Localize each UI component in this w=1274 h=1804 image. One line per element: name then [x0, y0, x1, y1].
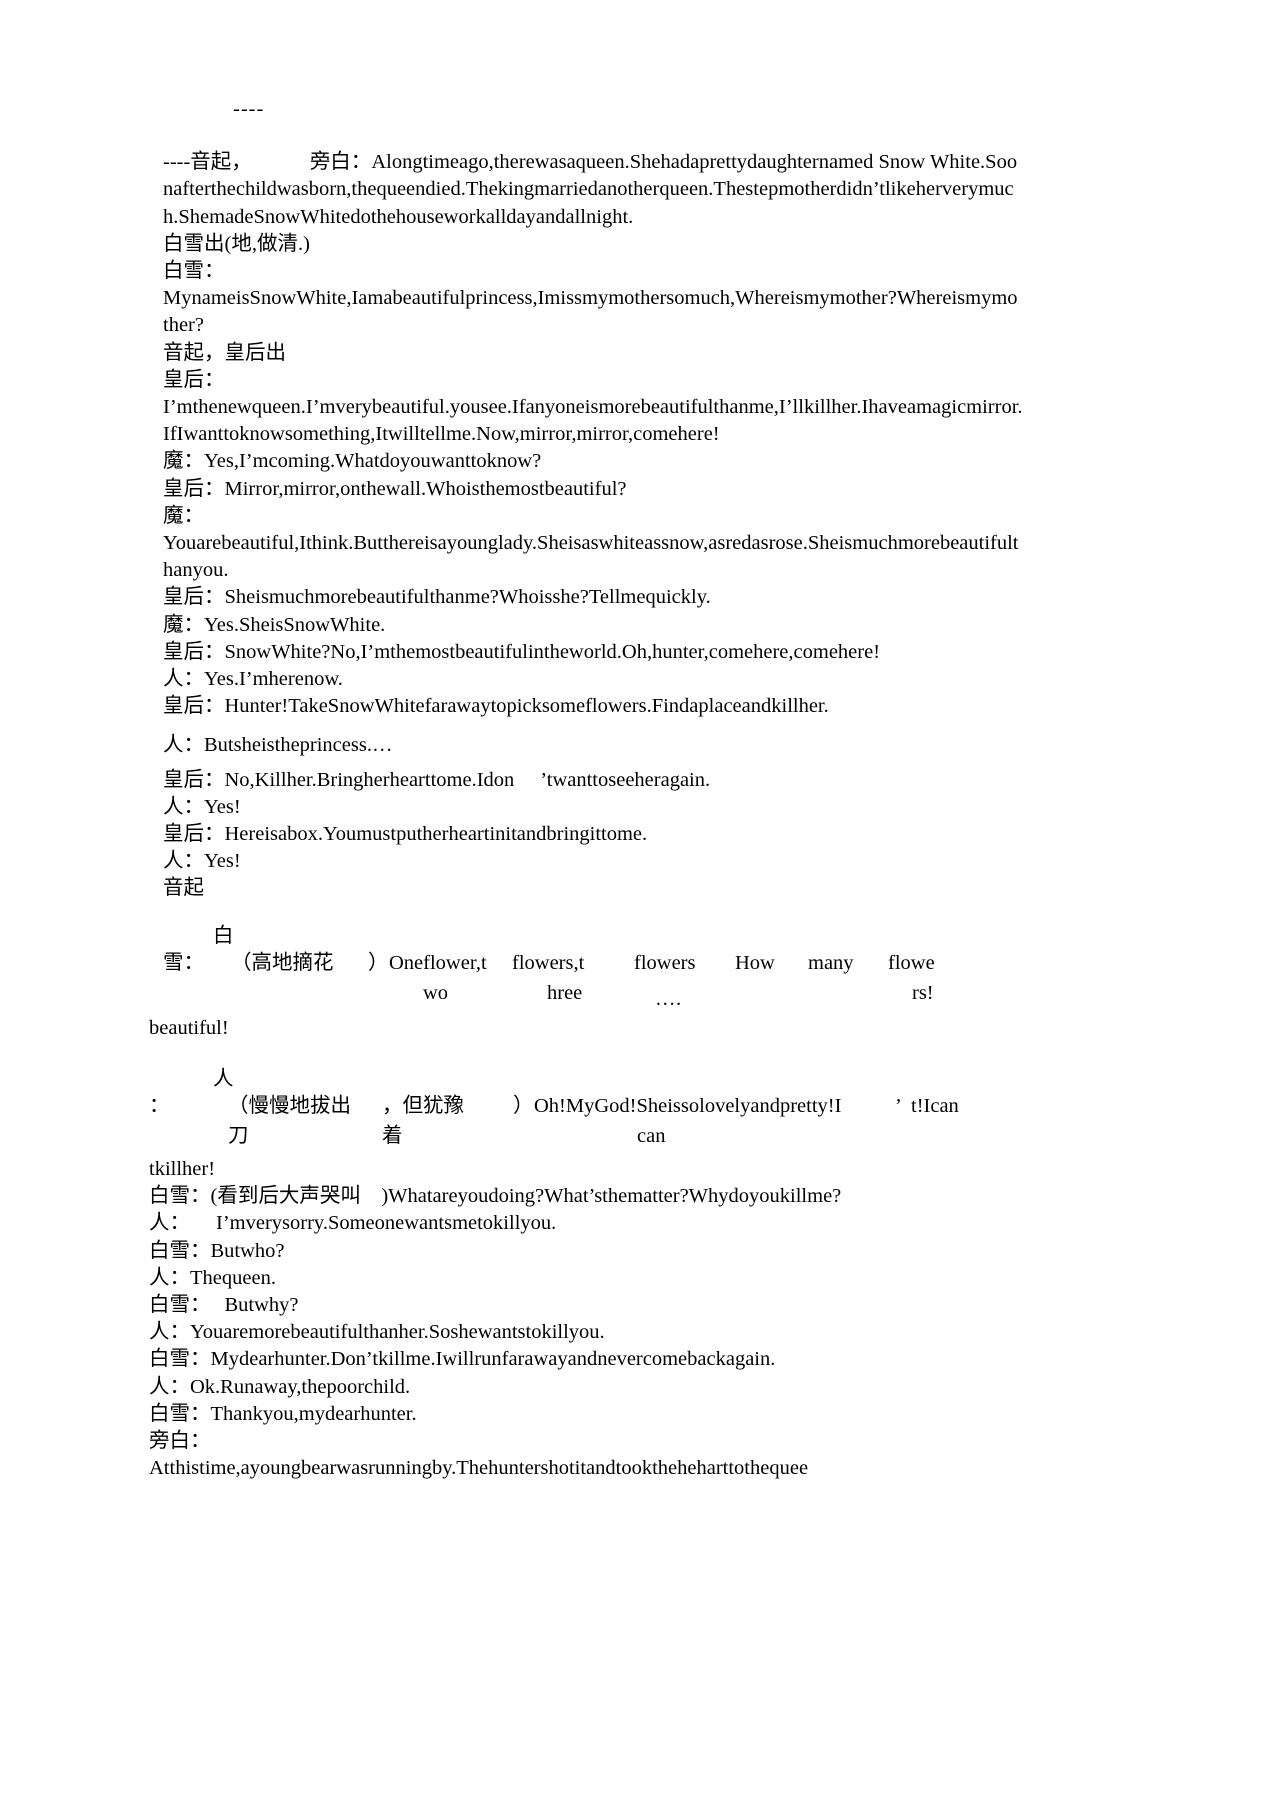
- fragment-row-continuation: wo hree …. rs!: [163, 980, 1023, 1010]
- snow-butwhy-text: Butwhy?: [224, 1293, 299, 1316]
- hunter-knife-fragment-block: 人 ： （慢慢地拔出 ，但犹豫 ） Oh!MyGod!Sheissolovely…: [149, 1066, 1023, 1153]
- narration-label-2: 旁白：: [149, 1429, 211, 1452]
- knife-row-upper: 人: [163, 1066, 1023, 1093]
- hunter-morebeautiful: 人：Youaremorebeautifulthanher.Soshewantst…: [149, 1321, 605, 1344]
- hunter-knife-stage-b: 刀: [228, 1124, 249, 1147]
- fragment-hree: hree: [547, 981, 583, 1004]
- snow-dearhunter: 白雪：Mydearhunter.Don’tkillme.Iwillrunfara…: [149, 1348, 776, 1371]
- knife-row-continuation: 刀 着 can: [163, 1123, 1023, 1153]
- queen-label-1: 皇后：: [163, 368, 225, 391]
- snow-label-1: 白雪：: [163, 260, 225, 283]
- mirror-line-1: 魔：Yes,I’mcoming.Whatdoyouwanttoknow?: [163, 450, 542, 473]
- document-page: ---- ----音起， 旁白：Alongtimeago,therewasaque…: [0, 0, 1274, 1804]
- fragment-one-flower: Oneflower,t: [389, 951, 487, 974]
- hunter-knife-en-a: Oh!MyGod!Sheissolovelyandpretty!I: [534, 1094, 842, 1117]
- hunter-knife-can: can: [637, 1124, 666, 1147]
- stage-music: 音起: [163, 877, 204, 900]
- queen-line-6-part-a: 皇后：No,Killher.Bringherhearttome.Idon: [163, 768, 515, 791]
- fragment-many: many: [808, 951, 854, 974]
- queen-speech-1: I’mthenewqueen.I’mverybeautiful.yousee.I…: [163, 396, 1023, 446]
- mirror-speech-2: Youarebeautiful,Ithink.Butthereisayoungl…: [163, 532, 1019, 582]
- snow-flower-cn-upper: 白: [213, 924, 234, 947]
- hunter-knife-tail: tkillher!: [149, 1157, 216, 1180]
- fragment-rs: rs!: [912, 981, 934, 1004]
- fragment-ellipsis: ….: [655, 987, 682, 1010]
- hunter-knife-stage-c: ，但犹豫: [382, 1094, 464, 1117]
- snow-flower-stage-direction: （高地摘花: [231, 951, 334, 974]
- queen-line-5: 皇后：Hunter!TakeSnowWhitefarawaytopicksome…: [163, 695, 829, 718]
- stage-queen-enter: 音起，皇后出: [163, 341, 286, 364]
- snow-line-cry: 白雪：(看到后大声哭叫 )Whatareyoudoing?What’sthema…: [149, 1185, 842, 1208]
- hunter-thequeen: 人：Thequeen.: [149, 1266, 276, 1289]
- hunter-sorry-text: I’mverysorry.Someonewantsmetokillyou.: [216, 1212, 557, 1235]
- hunter-knife-stage-a: （慢慢地拔出: [228, 1094, 351, 1117]
- snow-thankyou: 白雪：Thankyou,mydearhunter.: [149, 1402, 417, 1425]
- fragment-row-upper: 白: [163, 923, 1023, 950]
- queen-line-6: 皇后：No,Killher.Bringherhearttome.Idon’twa…: [163, 767, 1023, 794]
- script-body: ---- ----音起， 旁白：Alongtimeago,therewasaque…: [149, 96, 1023, 1482]
- hunter-line-2: 人：Butsheistheprincess.…: [163, 734, 393, 757]
- hunter-knife-cn: 人: [213, 1067, 234, 1090]
- knife-row-main: ： （慢慢地拔出 ，但犹豫 ） Oh!MyGod!Sheissolovelyan…: [149, 1093, 1023, 1123]
- hunter-runaway: 人：Ok.Runaway,thepoorchild.: [149, 1375, 411, 1398]
- hunter-sorry-line: 人： I’mverysorry.Someonewantsmetokillyou.: [149, 1210, 1023, 1237]
- queen-line-7: 皇后：Hereisabox.Youmustputherheartinitandb…: [163, 823, 648, 846]
- mirror-label-2: 魔：: [163, 504, 204, 527]
- queen-line-2: 皇后：Mirror,mirror,onthewall.Whoisthemostb…: [163, 477, 627, 500]
- narration-opening: ----音起， 旁白：Alongtimeago,therewasaqueen.Sh…: [163, 149, 1023, 231]
- snow-speech-1: MynameisSnowWhite,Iamabeautifulprincess,…: [163, 287, 1018, 337]
- fragment-flowers: flowers: [634, 951, 696, 974]
- stage-snow-enter: 白雪出(地,做清.): [163, 232, 310, 255]
- hunter-line-1: 人：Yes.I’mherenow.: [163, 668, 343, 691]
- queen-line-6-part-b: twanttoseeheragain.: [546, 768, 711, 791]
- queen-line-3: 皇后：Sheismuchmorebeautifulthanme?Whoisshe…: [163, 586, 711, 609]
- snow-butwhy-line: 白雪： Butwhy?: [149, 1292, 1023, 1319]
- top-dashes: ----: [233, 98, 265, 120]
- snow-flower-cn-lower: 雪：: [163, 951, 204, 974]
- hunter-knife-close-paren: ）: [513, 1094, 534, 1117]
- fragment-wo: wo: [423, 981, 449, 1004]
- snow-flower-close-paren: ）: [368, 951, 389, 974]
- narration-text-2: Atthistime,ayoungbearwasrunningby.Thehun…: [149, 1457, 809, 1480]
- hunter-line-3: 人：Yes!: [163, 795, 241, 818]
- fragment-flowe: flowe: [888, 951, 935, 974]
- narration-opening-speaker: 旁白：: [309, 151, 372, 174]
- fragment-row-main: 雪： （高地摘花 ） Oneflower,t flowers,t flowers…: [163, 950, 1023, 980]
- narration-opening-text: Alongtimeago,therewasaqueen.Shehadaprett…: [163, 151, 1018, 228]
- queen-line-4: 皇后：SnowWhite?No,I’mthemostbeautifulinthe…: [163, 640, 881, 663]
- mirror-line-3: 魔：Yes.SheisSnowWhite.: [163, 613, 386, 636]
- snow-flower-fragment-block: 白 雪： （高地摘花 ） Oneflower,t flowers,t flowe…: [163, 923, 1023, 1010]
- hunter-knife-stage-d: 着: [382, 1124, 403, 1147]
- fragment-flowers-t: flowers,t: [512, 951, 585, 974]
- narration-opening-prefix: ----音起，: [163, 151, 252, 174]
- snow-butwho: 白雪：Butwho?: [149, 1239, 285, 1262]
- hunter-knife-colon: ：: [149, 1094, 170, 1117]
- hunter-knife-apostrophe: ’: [895, 1094, 902, 1117]
- hunter-line-4: 人：Yes!: [163, 850, 241, 873]
- hunter-knife-t-ican: t!Ican: [911, 1094, 959, 1117]
- fragment-how: How: [735, 951, 775, 974]
- fragment-beautiful: beautiful!: [149, 1016, 229, 1039]
